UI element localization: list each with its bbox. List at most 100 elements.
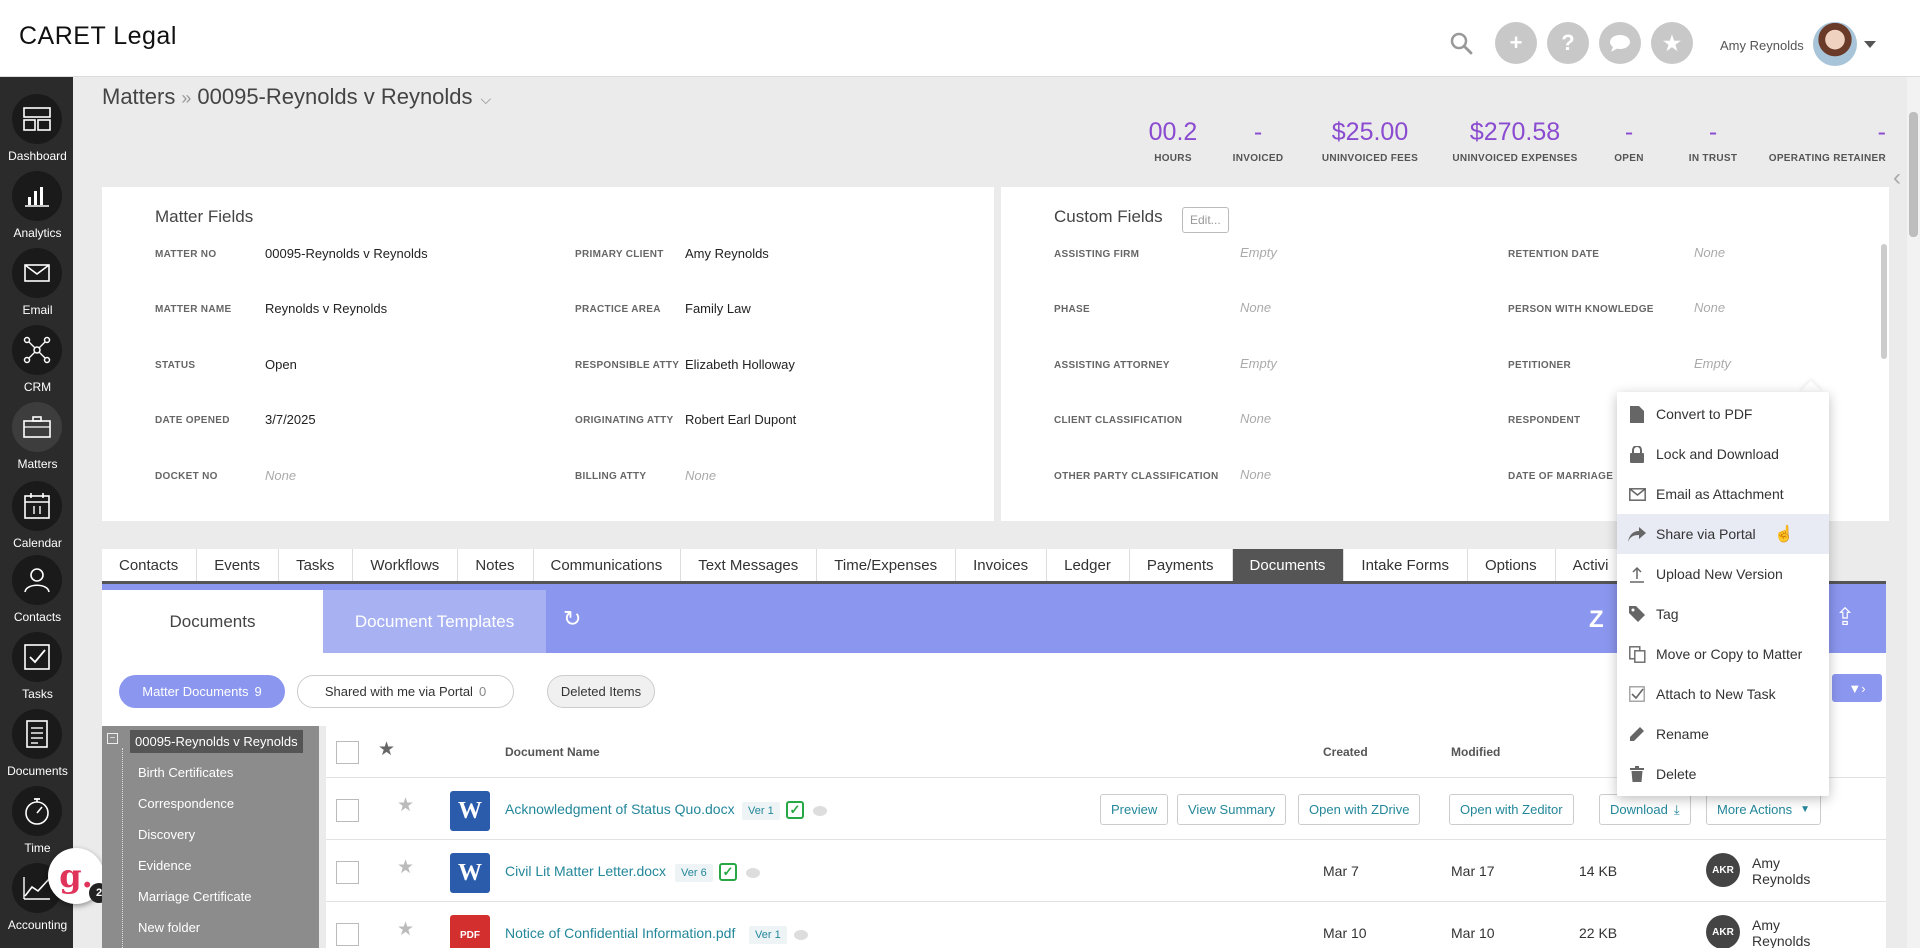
primary-client-value[interactable]: Amy Reynolds <box>685 246 769 261</box>
folder-item[interactable]: Correspondence <box>138 796 234 811</box>
documents-subtab[interactable]: Documents <box>102 590 323 653</box>
nav-analytics[interactable]: Analytics <box>0 165 73 241</box>
column-document-name[interactable]: Document Name <box>505 745 600 759</box>
menu-item-convert-to-pdf[interactable]: Convert to PDF <box>1617 394 1829 434</box>
column-modified[interactable]: Modified <box>1451 745 1500 759</box>
row-checkbox[interactable] <box>336 923 359 946</box>
folder-item[interactable]: Evidence <box>138 858 191 873</box>
menu-item-email-as-attachment[interactable]: Email as Attachment <box>1617 474 1829 514</box>
menu-item-tag[interactable]: Tag <box>1617 594 1829 634</box>
person-with-knowledge-value[interactable]: None <box>1694 300 1725 315</box>
folder-item[interactable]: Discovery <box>138 827 195 842</box>
assisting-attorney-value[interactable]: Empty <box>1240 356 1277 371</box>
matter-name-value[interactable]: Reynolds v Reynolds <box>265 301 387 316</box>
stat-hours[interactable]: 00.2 HOURS <box>1148 118 1198 164</box>
nav-dashboard[interactable]: Dashboard <box>0 88 73 164</box>
deleted-items-filter[interactable]: Deleted Items <box>547 675 655 708</box>
document-templates-subtab[interactable]: Document Templates <box>323 590 546 653</box>
nav-time[interactable]: Time <box>0 780 73 856</box>
search-icon[interactable] <box>1448 30 1474 56</box>
tab-events[interactable]: Events <box>197 549 280 581</box>
menu-item-upload-new-version[interactable]: Upload New Version <box>1617 554 1829 594</box>
matter-documents-filter[interactable]: Matter Documents 9 <box>119 675 285 708</box>
nav-contacts[interactable]: Contacts <box>0 549 73 625</box>
phase-value[interactable]: None <box>1240 300 1271 315</box>
stat-uninvoiced-expenses[interactable]: $270.58 UNINVOICED EXPENSES <box>1450 118 1580 164</box>
refresh-icon[interactable]: ↻ <box>563 606 581 632</box>
more-actions-button[interactable]: More Actions ▼ <box>1706 794 1822 825</box>
tab-time-expenses[interactable]: Time/Expenses <box>817 549 957 581</box>
user-name[interactable]: Amy Reynolds <box>1720 38 1804 53</box>
stat-uninvoiced-fees[interactable]: $25.00 UNINVOICED FEES <box>1320 118 1420 164</box>
nav-tasks[interactable]: Tasks <box>0 626 73 702</box>
client-classification-value[interactable]: None <box>1240 411 1271 426</box>
status-value[interactable]: Open <box>265 357 297 372</box>
document-name-link[interactable]: Acknowledgment of Status Quo.docx <box>505 801 735 817</box>
upload-icon[interactable]: ⇪ <box>1835 603 1855 632</box>
select-all-checkbox[interactable] <box>336 741 359 764</box>
responsible-atty-value[interactable]: Elizabeth Holloway <box>685 357 795 372</box>
download-button[interactable]: Download ⤓ <box>1599 794 1691 825</box>
billing-atty-value[interactable]: None <box>685 468 716 483</box>
menu-item-move-or-copy[interactable]: Move or Copy to Matter <box>1617 634 1829 674</box>
folder-item[interactable]: Birth Certificates <box>138 765 233 780</box>
menu-item-attach-to-new-task[interactable]: Attach to New Task <box>1617 674 1829 714</box>
matter-no-value[interactable]: 00095-Reynolds v Reynolds <box>265 246 428 261</box>
nav-crm[interactable]: CRM <box>0 319 73 395</box>
collapse-icon[interactable]: − <box>107 733 118 744</box>
document-name-link[interactable]: Notice of Confidential Information.pdf <box>505 925 735 941</box>
tab-intake-forms[interactable]: Intake Forms <box>1344 549 1468 581</box>
filter-funnel-icon[interactable]: ▼› <box>1832 674 1882 702</box>
chevron-down-icon[interactable] <box>1864 41 1876 48</box>
add-icon[interactable]: + <box>1495 22 1537 64</box>
document-name-link[interactable]: Civil Lit Matter Letter.docx <box>505 863 666 879</box>
stat-operating-retainer[interactable]: - OPERATING RETAINER <box>1768 118 1886 164</box>
version-badge[interactable]: Ver 6 <box>675 864 713 882</box>
row-checkbox[interactable] <box>336 861 359 884</box>
page-scrollbar-thumb[interactable] <box>1909 112 1918 237</box>
folder-item[interactable]: Marriage Certificate <box>138 889 251 904</box>
practice-area-value[interactable]: Family Law <box>685 301 751 316</box>
petitioner-value[interactable]: Empty <box>1694 356 1731 371</box>
stat-open[interactable]: - OPEN <box>1612 118 1646 164</box>
help-icon[interactable]: ? <box>1547 22 1589 64</box>
menu-item-rename[interactable]: Rename <box>1617 714 1829 754</box>
tab-ledger[interactable]: Ledger <box>1047 549 1130 581</box>
nav-calendar[interactable]: Calendar <box>0 475 73 551</box>
edit-custom-fields-button[interactable]: Edit... <box>1182 207 1229 233</box>
panel-scrollbar[interactable] <box>1881 244 1887 359</box>
menu-item-share-via-portal[interactable]: Share via Portal ☝ <box>1617 514 1829 554</box>
owner-avatar[interactable]: AKR <box>1706 915 1740 948</box>
assisting-firm-value[interactable]: Empty <box>1240 245 1277 260</box>
tab-tasks[interactable]: Tasks <box>279 549 354 581</box>
other-party-classification-value[interactable]: None <box>1240 467 1271 482</box>
owner-name[interactable]: Amy Reynolds <box>1752 917 1822 948</box>
tab-contacts[interactable]: Contacts <box>102 549 198 581</box>
star-icon[interactable]: ★ <box>397 918 414 941</box>
breadcrumb-root[interactable]: Matters <box>102 84 175 109</box>
owner-name[interactable]: Amy Reynolds <box>1752 855 1822 887</box>
version-badge[interactable]: Ver 1 <box>742 802 780 820</box>
comment-icon[interactable] <box>813 806 827 816</box>
tab-payments[interactable]: Payments <box>1129 549 1233 581</box>
star-column-icon[interactable]: ★ <box>378 738 395 761</box>
avatar[interactable] <box>1813 22 1857 66</box>
stat-invoiced[interactable]: - INVOICED <box>1227 118 1289 164</box>
docket-no-value[interactable]: None <box>265 468 296 483</box>
nav-matters[interactable]: Matters <box>0 396 73 472</box>
folder-item[interactable]: New folder <box>138 920 200 935</box>
menu-item-delete[interactable]: Delete <box>1617 754 1829 794</box>
favorites-star-icon[interactable]: ★ <box>1651 22 1693 64</box>
breadcrumb-current[interactable]: 00095-Reynolds v Reynolds <box>197 84 472 109</box>
tab-text-messages[interactable]: Text Messages <box>681 549 818 581</box>
column-created[interactable]: Created <box>1323 745 1368 759</box>
star-icon[interactable]: ★ <box>397 856 414 879</box>
star-icon[interactable]: ★ <box>397 794 414 817</box>
chevron-down-icon[interactable]: ⌵ <box>481 91 492 107</box>
tab-notes[interactable]: Notes <box>458 549 534 581</box>
tab-documents[interactable]: Documents <box>1232 549 1345 581</box>
view-summary-button[interactable]: View Summary <box>1177 794 1287 825</box>
owner-avatar[interactable]: AKR <box>1706 853 1740 887</box>
originating-atty-value[interactable]: Robert Earl Dupont <box>685 412 796 427</box>
stat-in-trust[interactable]: - IN TRUST <box>1686 118 1740 164</box>
